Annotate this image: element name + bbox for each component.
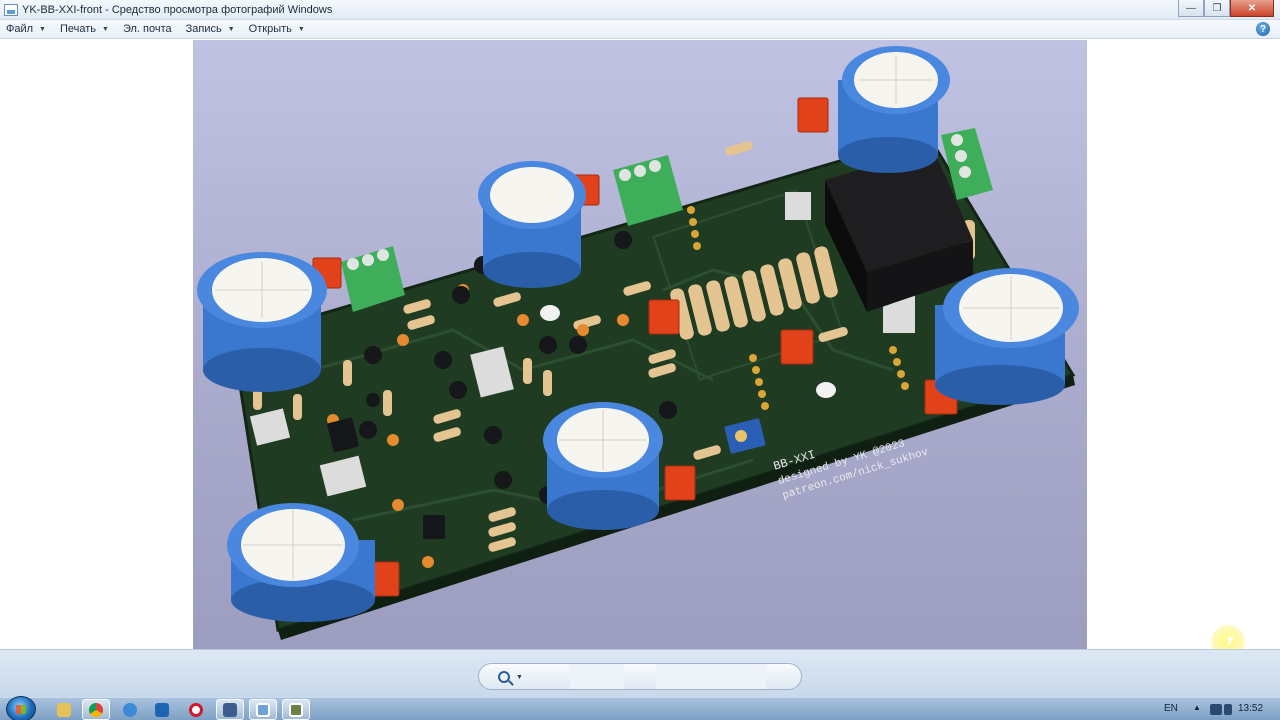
- pcb-3d-render: BB-XXI designed by YK @2023 patreon.com/…: [197, 46, 1079, 640]
- photo-viewer-icon: [4, 3, 18, 16]
- maximize-button[interactable]: ❐: [1204, 0, 1230, 17]
- photo-pcb-render: BB-XXI designed by YK @2023 patreon.com/…: [193, 40, 1087, 649]
- menu-email[interactable]: Эл. почта: [123, 23, 172, 35]
- taskbar-explorer[interactable]: [50, 699, 78, 720]
- menu-burn[interactable]: Запись ▼: [186, 23, 235, 35]
- help-icon[interactable]: ?: [1256, 22, 1270, 36]
- menu-file-label: Файл: [6, 23, 34, 35]
- image-viewer: BB-XXI designed by YK @2023 patreon.com/…: [0, 40, 1280, 660]
- clock[interactable]: 13:52: [1238, 703, 1263, 714]
- menu-open-label: Открыть: [248, 23, 292, 35]
- electrolytic-capacitor: [543, 402, 663, 530]
- header-connector: [785, 192, 811, 220]
- electrolytic-capacitor: [197, 252, 327, 392]
- menu-file[interactable]: Файл ▼: [6, 23, 46, 35]
- explorer-icon: [57, 702, 71, 717]
- opera-icon: [189, 702, 203, 717]
- menu-print[interactable]: Печать ▼: [60, 23, 109, 35]
- close-button[interactable]: ✕: [1230, 0, 1274, 17]
- chevron-down-icon: ▼: [297, 25, 305, 33]
- electrolytic-capacitor: [838, 46, 950, 173]
- taskbar-presentation[interactable]: [282, 699, 310, 720]
- network-icon[interactable]: [1210, 704, 1222, 715]
- viewer-control-bar: ▼: [0, 649, 1280, 697]
- taskbar-opera[interactable]: [182, 699, 210, 720]
- start-button[interactable]: [6, 696, 36, 720]
- menu-bar: Файл ▼ Печать ▼ Эл. почта Запись ▼ Открыть ▼…: [0, 20, 1280, 39]
- control-slot[interactable]: [656, 664, 766, 689]
- taskbar-photo-viewer[interactable]: [249, 699, 277, 720]
- window-title: YK-BB-XXI-front - Средство просмотра фот…: [22, 3, 333, 16]
- show-hidden-icons-icon[interactable]: ▲: [1193, 703, 1201, 712]
- taskbar-ie[interactable]: [116, 699, 144, 720]
- chevron-down-icon: ▼: [227, 25, 235, 33]
- taskbar-chrome[interactable]: [82, 699, 110, 720]
- chevron-down-icon: ▼: [516, 673, 523, 681]
- mounting-hole: [540, 305, 560, 321]
- photo-viewer-icon: [256, 702, 270, 717]
- zoom-button[interactable]: ▼: [498, 667, 528, 687]
- menu-email-label: Эл. почта: [122, 23, 172, 35]
- menu-print-label: Печать: [59, 23, 97, 35]
- outlook-icon: [155, 702, 169, 717]
- chevron-down-icon: ▼: [102, 25, 109, 33]
- volume-icon[interactable]: [1224, 704, 1232, 715]
- window-controls: — ❐ ✕: [1178, 0, 1274, 17]
- minimize-button[interactable]: —: [1178, 0, 1204, 17]
- title-bar: YK-BB-XXI-front - Средство просмотра фот…: [0, 0, 1280, 20]
- floppy-icon: [223, 702, 237, 717]
- zoom-icon: [498, 671, 510, 683]
- taskbar-app-floppy[interactable]: [216, 699, 244, 720]
- chrome-icon: [89, 702, 103, 717]
- mouse-cursor-icon: [1228, 637, 1234, 647]
- menu-burn-label: Запись: [185, 23, 222, 35]
- electrolytic-capacitor: [478, 161, 586, 288]
- taskbar-outlook[interactable]: [148, 699, 176, 720]
- chevron-down-icon: ▼: [39, 25, 46, 33]
- mounting-hole: [816, 382, 836, 398]
- menu-open[interactable]: Открыть ▼: [249, 23, 305, 35]
- language-indicator[interactable]: EN: [1164, 703, 1178, 714]
- trimmer-knob: [735, 430, 747, 442]
- presentation-icon: [289, 702, 303, 717]
- electrolytic-capacitor: [935, 268, 1079, 405]
- control-slot[interactable]: [570, 664, 624, 689]
- taskbar: EN ▲ 13:52: [0, 696, 1280, 720]
- ie-icon: [123, 702, 137, 717]
